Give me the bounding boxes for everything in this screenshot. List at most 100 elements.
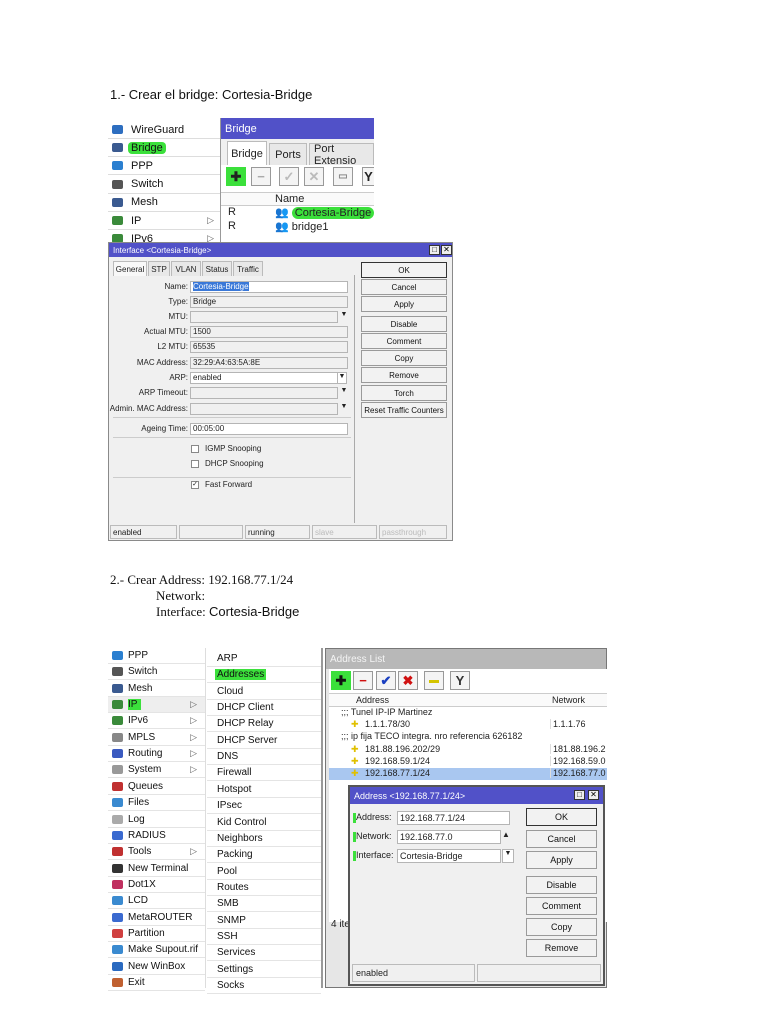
reset-traffic-counters-button[interactable]: Reset Traffic Counters — [361, 402, 447, 418]
filter-button[interactable]: Y — [450, 671, 470, 690]
submenu-item-pool[interactable]: Pool — [207, 864, 321, 880]
submenu-item-hotspot[interactable]: Hotspot — [207, 782, 321, 798]
submenu-item-dhcp-relay[interactable]: DHCP Relay — [207, 716, 321, 733]
field-interface[interactable]: Cortesia-Bridge — [397, 849, 501, 863]
field-arp[interactable]: enabled — [190, 372, 338, 384]
submenu-item-ipsec[interactable]: IPsec — [207, 798, 321, 815]
dropdown-arrow-icon[interactable]: ▼ — [339, 311, 349, 323]
menu-item-ppp[interactable]: PPP — [108, 648, 205, 664]
submenu-item-services[interactable]: Services — [207, 945, 321, 962]
submenu-item-kid-control[interactable]: Kid Control — [207, 815, 321, 831]
tab-traffic[interactable]: Traffic — [233, 261, 263, 276]
menu-item-exit[interactable]: Exit — [108, 975, 205, 991]
sidebar-item-wireguard[interactable]: WireGuard — [108, 121, 220, 139]
menu-item-metarouter[interactable]: MetaROUTER — [108, 910, 205, 926]
submenu-item-cloud[interactable]: Cloud — [207, 684, 321, 700]
tab-status[interactable]: Status — [202, 261, 232, 276]
maximize-icon[interactable]: □ — [429, 245, 440, 255]
dropdown-arrow-icon[interactable]: ▼ — [337, 372, 347, 384]
network-toggle-icon[interactable]: ▲ — [502, 830, 510, 839]
torch-button[interactable]: Torch — [361, 385, 447, 401]
add-button[interactable]: ✚ — [331, 671, 351, 690]
menu-item-ip[interactable]: IP ▷ — [108, 697, 205, 714]
field-address[interactable]: 192.168.77.1/24 — [397, 811, 510, 825]
menu-item-tools[interactable]: Tools ▷ — [108, 844, 205, 861]
field-actual-mtu[interactable]: 1500 — [190, 326, 348, 338]
dropdown-arrow-icon[interactable]: ▼ — [339, 387, 349, 399]
sidebar-item-ip[interactable]: IP ▷ — [108, 212, 220, 230]
maximize-icon[interactable]: □ — [574, 790, 585, 800]
enable-button[interactable]: ✔ — [376, 671, 396, 690]
ok-button[interactable]: OK — [526, 808, 597, 826]
field-name[interactable]: Cortesia-Bridge — [190, 281, 348, 293]
field-type[interactable]: Bridge — [190, 296, 348, 308]
remove-button[interactable]: − — [353, 671, 373, 690]
submenu-item-settings[interactable]: Settings — [207, 962, 321, 978]
column-network[interactable]: Network — [552, 695, 585, 705]
menu-item-system[interactable]: System ▷ — [108, 762, 205, 779]
copy-button[interactable]: Copy — [526, 918, 597, 936]
comment-button[interactable]: Comment — [361, 333, 447, 349]
field-mtu[interactable] — [190, 311, 338, 323]
submenu-item-socks[interactable]: Socks — [207, 978, 321, 994]
sidebar-item-ppp[interactable]: PPP — [108, 157, 220, 176]
disable-button[interactable]: Disable — [361, 316, 447, 332]
copy-button[interactable]: Copy — [361, 350, 447, 366]
apply-button[interactable]: Apply — [361, 296, 447, 312]
apply-button[interactable]: Apply — [526, 851, 597, 869]
menu-item-new-winbox[interactable]: New WinBox — [108, 959, 205, 975]
address-row[interactable]: ;;; Tunel IP-IP Martinez — [329, 707, 607, 719]
checkbox-box[interactable]: ✓ — [191, 480, 199, 489]
checkbox-igmp-snooping[interactable]: IGMP Snooping — [191, 444, 261, 453]
submenu-item-dhcp-client[interactable]: DHCP Client — [207, 700, 321, 717]
menu-item-mesh[interactable]: Mesh — [108, 681, 205, 697]
submenu-item-neighbors[interactable]: Neighbors — [207, 831, 321, 847]
menu-item-lcd[interactable]: LCD — [108, 893, 205, 910]
remove-button[interactable]: Remove — [526, 939, 597, 957]
menu-item-files[interactable]: Files — [108, 795, 205, 812]
field-admin-mac-address[interactable] — [190, 403, 338, 415]
menu-item-switch[interactable]: Switch — [108, 664, 205, 681]
menu-item-mpls[interactable]: MPLS ▷ — [108, 730, 205, 746]
menu-item-make-supout-rif[interactable]: Make Supout.rif — [108, 942, 205, 959]
add-button[interactable]: ✚ — [226, 167, 246, 186]
submenu-item-packing[interactable]: Packing — [207, 847, 321, 864]
field-l2-mtu[interactable]: 65535 — [190, 341, 348, 353]
submenu-item-smb[interactable]: SMB — [207, 896, 321, 913]
ok-button[interactable]: OK — [361, 262, 447, 278]
bridge-row-cortesia[interactable]: 👥 Cortesia-Bridge — [275, 206, 375, 219]
checkbox-box[interactable] — [191, 444, 199, 453]
dropdown-arrow-icon[interactable]: ▼ — [502, 849, 514, 863]
menu-item-partition[interactable]: Partition — [108, 926, 205, 942]
cancel-button[interactable]: Cancel — [361, 279, 447, 295]
field-arp-timeout[interactable] — [190, 387, 338, 399]
close-icon[interactable]: ✕ — [441, 245, 452, 255]
submenu-item-dhcp-server[interactable]: DHCP Server — [207, 733, 321, 749]
disable-button[interactable]: ✕ — [304, 167, 324, 186]
field-network[interactable]: 192.168.77.0 — [397, 830, 501, 844]
menu-item-ipv6[interactable]: IPv6 ▷ — [108, 713, 205, 730]
checkbox-fast-forward[interactable]: ✓ Fast Forward — [191, 480, 252, 489]
menu-item-log[interactable]: Log — [108, 812, 205, 828]
tab-vlan[interactable]: VLAN — [171, 261, 201, 276]
address-row[interactable]: ✚ 181.88.196.202/29 181.88.196.2 — [329, 743, 607, 756]
checkbox-dhcp-snooping[interactable]: DHCP Snooping — [191, 459, 264, 468]
submenu-item-routes[interactable]: Routes — [207, 880, 321, 896]
comment-button[interactable]: Comment — [526, 897, 597, 915]
field-mac-address[interactable]: 32:29:A4:63:5A:8E — [190, 357, 348, 369]
tab-ports[interactable]: Ports — [269, 143, 307, 165]
bridge-row-bridge1[interactable]: 👥 bridge1 — [275, 220, 328, 233]
address-row[interactable]: ✚ 192.168.59.1/24 192.168.59.0 — [329, 755, 607, 768]
submenu-item-snmp[interactable]: SNMP — [207, 913, 321, 929]
menu-item-dot1x[interactable]: Dot1X — [108, 877, 205, 893]
submenu-item-dns[interactable]: DNS — [207, 749, 321, 766]
tab-stp[interactable]: STP — [148, 261, 170, 276]
close-icon[interactable]: ✕ — [588, 790, 599, 800]
sidebar-item-switch[interactable]: Switch — [108, 176, 220, 194]
sidebar-item-bridge[interactable]: Bridge — [108, 139, 220, 158]
menu-item-radius[interactable]: RADIUS — [108, 828, 205, 844]
menu-item-routing[interactable]: Routing ▷ — [108, 746, 205, 763]
remove-button[interactable]: − — [251, 167, 271, 186]
field-ageing-time[interactable]: 00:05:00 — [190, 423, 348, 435]
comment-button[interactable]: ▬ — [424, 671, 444, 690]
